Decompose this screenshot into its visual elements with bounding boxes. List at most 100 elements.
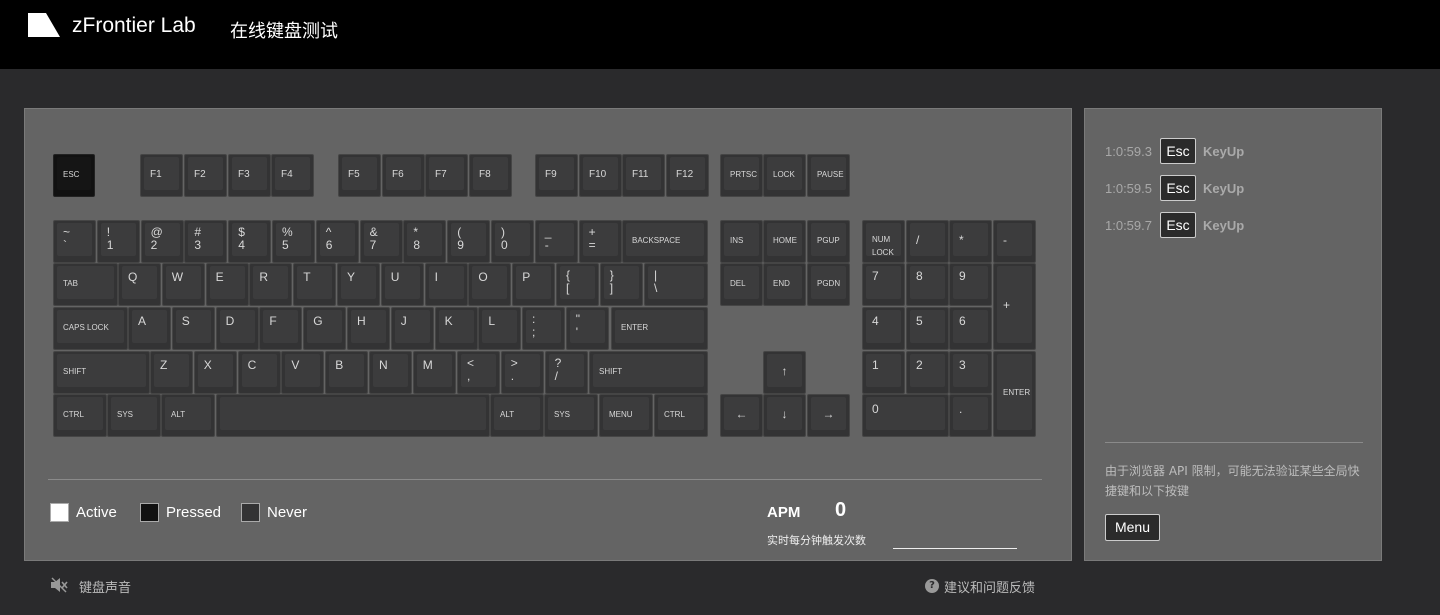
key-t[interactable]: T: [293, 263, 337, 306]
zfrontier-logo-icon[interactable]: [28, 13, 60, 37]
key-mod-right-3[interactable]: CTRL: [654, 394, 708, 437]
key-num4-1[interactable]: 5: [906, 307, 949, 350]
key-arrow-right[interactable]: →: [807, 394, 850, 437]
key-arrow-up[interactable]: ↑: [763, 351, 806, 394]
key-o[interactable]: O: [468, 263, 512, 306]
key-v[interactable]: V: [281, 351, 325, 394]
key-mod-left-0[interactable]: CTRL: [53, 394, 107, 437]
key-f12[interactable]: F12: [666, 154, 709, 197]
key-f2[interactable]: F2: [184, 154, 227, 197]
key-backslash[interactable]: | \: [644, 263, 708, 306]
key-f3[interactable]: F3: [228, 154, 271, 197]
key-a[interactable]: A: [128, 307, 171, 350]
key-shift-right[interactable]: SHIFT: [589, 351, 708, 394]
key-f4[interactable]: F4: [271, 154, 314, 197]
key-p[interactable]: P: [512, 263, 556, 306]
key-num-6[interactable]: ^ 6: [315, 220, 359, 263]
key-f11[interactable]: F11: [622, 154, 665, 197]
key-nav-top-1[interactable]: HOME: [763, 220, 806, 263]
key-enter[interactable]: ENTER: [611, 307, 708, 350]
key-punct-0[interactable]: :;: [522, 307, 565, 350]
key-bracket-1[interactable]: }]: [599, 263, 643, 306]
key-sys-1[interactable]: LOCK: [763, 154, 806, 197]
key-f9[interactable]: F9: [535, 154, 578, 197]
key-nav-bottom-1[interactable]: END: [763, 263, 806, 306]
key-nav-bottom-2[interactable]: PGDN: [807, 263, 850, 306]
key-mod-right-0[interactable]: ALT: [490, 394, 544, 437]
key-num-12[interactable]: + =: [578, 220, 622, 263]
key-num-3[interactable]: #3: [184, 220, 228, 263]
key-f10[interactable]: F10: [579, 154, 622, 197]
key-nav-top-0[interactable]: INS: [720, 220, 763, 263]
key-num1-1[interactable]: 2: [906, 351, 949, 394]
key-num-4[interactable]: $4: [228, 220, 272, 263]
key-i[interactable]: I: [424, 263, 468, 306]
key-num7-2[interactable]: 9: [949, 263, 992, 306]
key-num4-0[interactable]: 4: [862, 307, 905, 350]
key-k[interactable]: K: [434, 307, 478, 350]
key-j[interactable]: J: [390, 307, 434, 350]
key-f1[interactable]: F1: [140, 154, 183, 197]
key-num-11[interactable]: _ -: [534, 220, 578, 263]
key-bpunct-2[interactable]: ? /: [544, 351, 588, 394]
key-num-2[interactable]: @2: [140, 220, 184, 263]
key-punct-1[interactable]: " ': [565, 307, 609, 350]
key-e[interactable]: E: [205, 263, 249, 306]
key-s[interactable]: S: [171, 307, 215, 350]
brand-name[interactable]: zFrontier Lab: [72, 14, 196, 38]
key-q[interactable]: Q: [118, 263, 161, 306]
key-num7-0[interactable]: 7: [862, 263, 905, 306]
key-m[interactable]: M: [412, 351, 456, 394]
key-f7[interactable]: F7: [425, 154, 468, 197]
key-c[interactable]: C: [237, 351, 281, 394]
key-space[interactable]: [216, 394, 490, 437]
key-l[interactable]: L: [478, 307, 522, 350]
key-mod-right-1[interactable]: SYS: [544, 394, 598, 437]
key-bracket-0[interactable]: {[: [556, 263, 599, 306]
key-num-zero[interactable]: 0: [862, 394, 949, 437]
key-num1-2[interactable]: 3: [949, 351, 992, 394]
key-bpunct-1[interactable]: >.: [500, 351, 544, 394]
key-shift-left[interactable]: SHIFT: [53, 351, 150, 394]
key-backspace[interactable]: BACKSPACE: [622, 220, 708, 263]
key-nav-bottom-0[interactable]: DEL: [720, 263, 763, 306]
key-arrow-left[interactable]: ←: [720, 394, 763, 437]
key-z[interactable]: Z: [150, 351, 193, 394]
key-f8[interactable]: F8: [469, 154, 512, 197]
key-g[interactable]: G: [303, 307, 347, 350]
key-mod-right-2[interactable]: MENU: [599, 394, 653, 437]
key-num4-2[interactable]: 6: [949, 307, 992, 350]
key-num-divide[interactable]: /: [906, 220, 949, 263]
key-num-dot[interactable]: .: [949, 394, 992, 437]
key-num-1[interactable]: ! 1: [96, 220, 140, 263]
key-num7-1[interactable]: 8: [906, 263, 949, 306]
key-num-multiply[interactable]: *: [949, 220, 992, 263]
key-arrow-down[interactable]: ↓: [763, 394, 806, 437]
key-y[interactable]: Y: [337, 263, 380, 306]
key-b[interactable]: B: [325, 351, 369, 394]
key-caps-lock[interactable]: CAPS LOCK: [53, 307, 128, 350]
key-x[interactable]: X: [193, 351, 237, 394]
key-num-7[interactable]: & 7: [359, 220, 403, 263]
key-num-10[interactable]: ) 0: [491, 220, 534, 263]
key-h[interactable]: H: [347, 307, 390, 350]
key-num-5[interactable]: % 5: [272, 220, 315, 263]
key-esc[interactable]: ESC: [53, 154, 95, 197]
key-num-minus[interactable]: -: [993, 220, 1036, 263]
key-w[interactable]: W: [161, 263, 205, 306]
key-mod-left-1[interactable]: SYS: [107, 394, 161, 437]
menu-button[interactable]: Menu: [1105, 514, 1160, 541]
key-num-0[interactable]: ~ `: [53, 220, 96, 263]
key-sys-2[interactable]: PAUSE: [807, 154, 850, 197]
key-num-8[interactable]: * 8: [403, 220, 447, 263]
key-f[interactable]: F: [259, 307, 303, 350]
key-tab[interactable]: TAB: [53, 263, 118, 306]
key-sys-0[interactable]: PRTSC: [720, 154, 763, 197]
key-d[interactable]: D: [215, 307, 259, 350]
key-num-enter[interactable]: ENTER: [993, 351, 1036, 437]
key-f5[interactable]: F5: [338, 154, 381, 197]
key-num-lock[interactable]: NUM LOCK: [862, 220, 905, 263]
key-r[interactable]: R: [249, 263, 293, 306]
key-num1-0[interactable]: 1: [862, 351, 905, 394]
key-f6[interactable]: F6: [382, 154, 425, 197]
